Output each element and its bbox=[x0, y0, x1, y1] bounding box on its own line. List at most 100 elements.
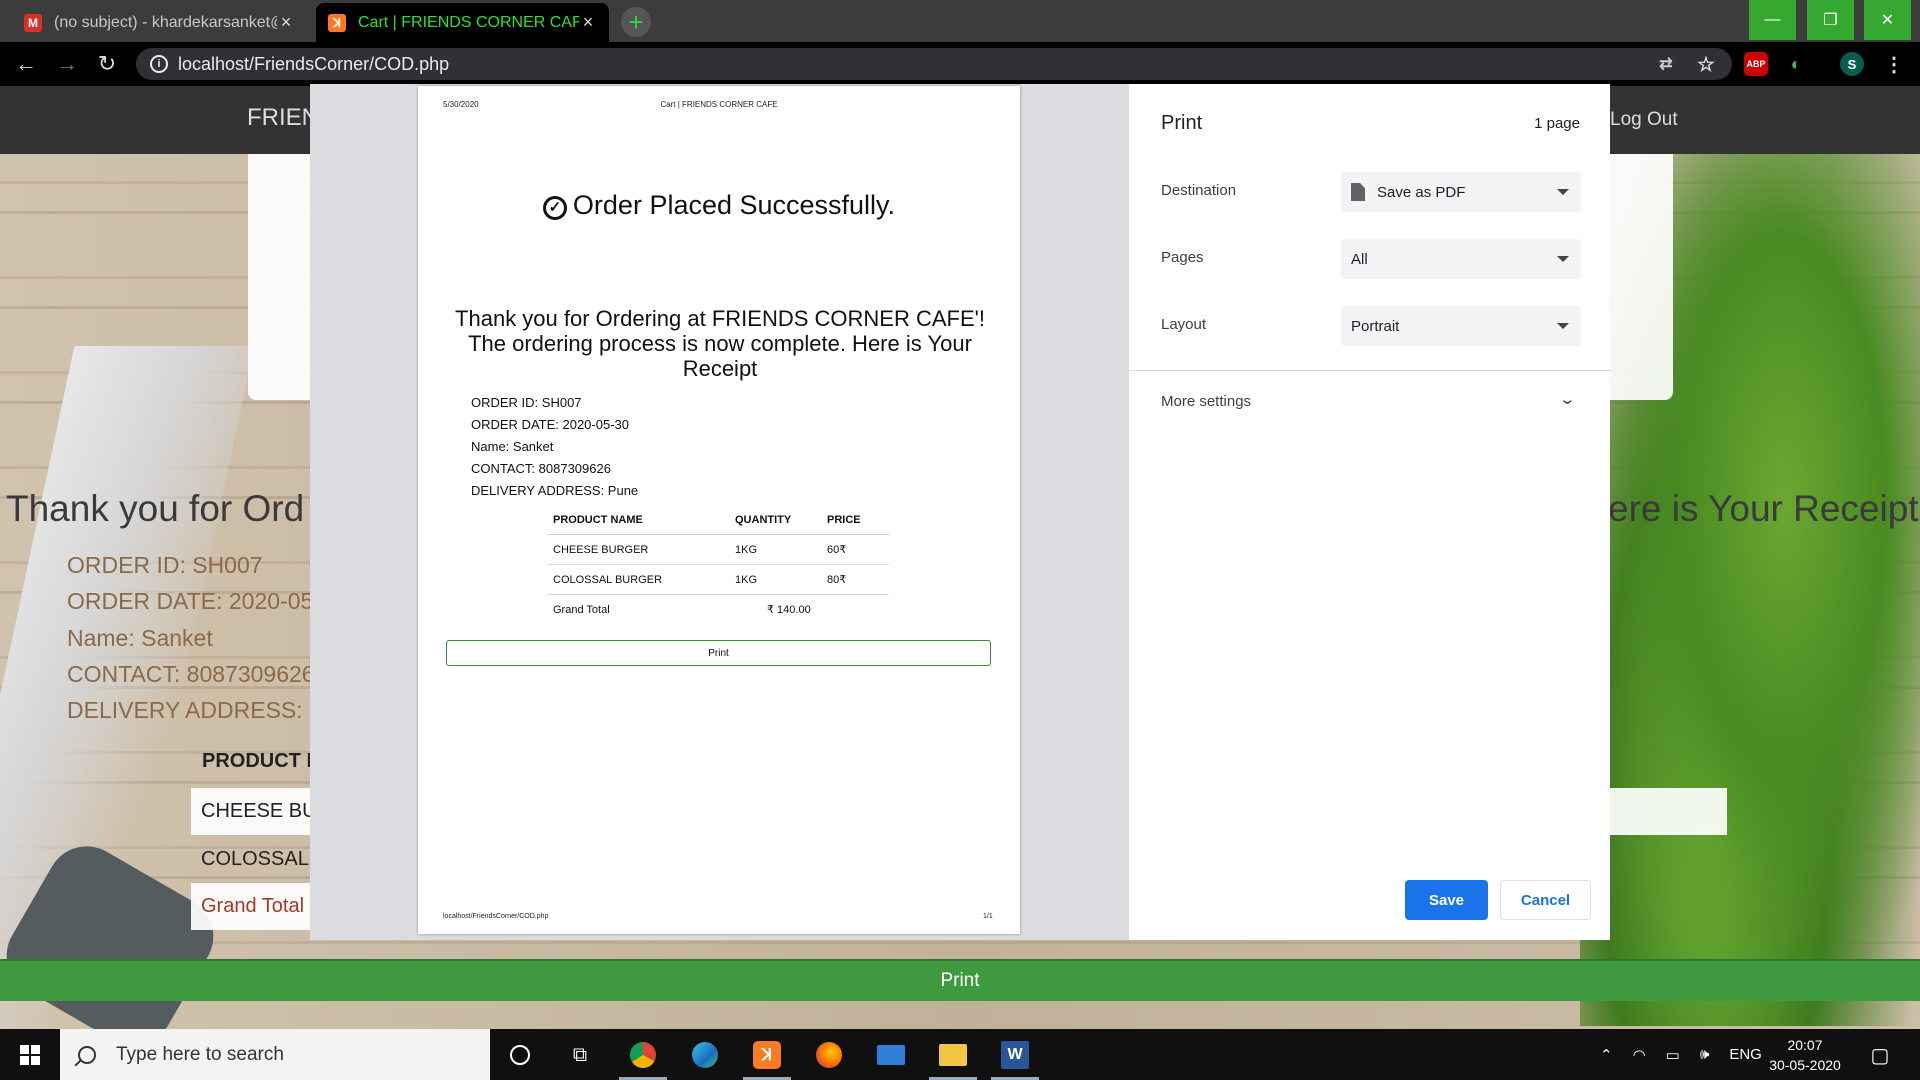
close-tab-icon[interactable]: × bbox=[579, 12, 597, 33]
restore-button[interactable]: ❐ bbox=[1807, 0, 1854, 40]
page-count: 1 page bbox=[1534, 115, 1580, 132]
divider bbox=[1129, 370, 1611, 371]
cell-product: CHEESE BURGER bbox=[547, 534, 729, 565]
minimize-button[interactable]: — bbox=[1749, 0, 1796, 40]
pages-value: All bbox=[1351, 250, 1368, 268]
firefox-icon[interactable] bbox=[811, 1037, 847, 1073]
battery-icon[interactable]: ▭ bbox=[1666, 1046, 1680, 1064]
extension-icon[interactable]: ◐ bbox=[1784, 52, 1808, 76]
taskbar-search[interactable]: Type here to search bbox=[60, 1029, 490, 1080]
pages-select[interactable]: All bbox=[1341, 239, 1581, 279]
logout-link[interactable]: Log Out bbox=[1610, 109, 1678, 131]
grand-total-label: Grand Total bbox=[201, 895, 305, 917]
check-circle-icon: ✓ bbox=[542, 196, 567, 220]
print-settings-panel: Print 1 page Destination Save as PDF Pag… bbox=[1128, 84, 1611, 940]
tab-gmail[interactable]: M (no subject) - khardekarsanket@ × bbox=[12, 3, 307, 42]
xampp-icon[interactable]: ꓘ bbox=[743, 1037, 791, 1080]
destination-value: Save as PDF bbox=[1377, 183, 1466, 201]
destination-label: Destination bbox=[1161, 182, 1237, 199]
gmail-icon: M bbox=[24, 13, 42, 32]
cell-price: 60₹ bbox=[821, 534, 889, 565]
task-view-icon[interactable]: ⧉ bbox=[562, 1037, 598, 1073]
address-bar[interactable]: i localhost/FriendsCorner/COD.php bbox=[136, 48, 1732, 80]
clock-date: 30-05-2020 bbox=[1769, 1057, 1841, 1073]
profile-avatar[interactable]: S bbox=[1840, 52, 1864, 76]
customer-name: Name: Sanket bbox=[67, 625, 213, 651]
thanks-heading-right: ere is Your Receipt bbox=[1608, 488, 1919, 529]
edge-icon[interactable] bbox=[687, 1037, 723, 1073]
windows-logo-icon bbox=[20, 1044, 40, 1065]
chrome-icon[interactable] bbox=[619, 1037, 667, 1080]
url-text: localhost/FriendsCorner/COD.php bbox=[178, 53, 450, 74]
start-button[interactable] bbox=[0, 1029, 60, 1080]
windows-taskbar: Type here to search ⧉ ꓘ W ⌃ ◠ ▭ 🕪 ENG 20… bbox=[0, 1029, 1920, 1080]
layout-label: Layout bbox=[1161, 316, 1207, 333]
save-button[interactable]: Save bbox=[1405, 880, 1488, 920]
more-settings-toggle[interactable]: More settings bbox=[1161, 393, 1251, 410]
bookmark-star-icon[interactable]: ☆ bbox=[1694, 52, 1718, 76]
contact: CONTACT: 8087309626 bbox=[67, 661, 315, 687]
clock-time: 20:07 bbox=[1787, 1037, 1823, 1053]
preview-order-id: ORDER ID: SH007 bbox=[471, 395, 582, 410]
table-row: COLOSSAL BURGER 1KG 80₹ bbox=[547, 564, 889, 595]
tab-title: Cart | FRIENDS CORNER CAFE bbox=[358, 13, 579, 31]
layout-value: Portrait bbox=[1351, 317, 1400, 335]
volume-icon[interactable]: 🕪 bbox=[1700, 1046, 1709, 1063]
preview-footer-page: 1/1 bbox=[983, 913, 993, 920]
system-tray: ⌃ ◠ ▭ 🕪 ENG bbox=[1600, 1029, 1762, 1080]
cortana-icon[interactable] bbox=[502, 1037, 538, 1073]
thanks-heading: Thank you for Ord bbox=[6, 488, 305, 529]
language-indicator[interactable]: ENG bbox=[1729, 1046, 1762, 1063]
dropdown-caret-icon bbox=[1557, 323, 1569, 329]
thanks-message: Thank you for Ordering at FRIENDS CORNER… bbox=[455, 306, 985, 381]
adblock-icon[interactable]: ABP bbox=[1744, 52, 1768, 76]
cell-quantity: 1KG bbox=[729, 534, 821, 565]
order-date: ORDER DATE: 2020-05- bbox=[67, 588, 321, 614]
forward-button[interactable]: → bbox=[53, 50, 81, 78]
back-button[interactable]: ← bbox=[12, 50, 40, 78]
preview-footer-url: localhost/FriendsCorner/COD.php bbox=[443, 913, 549, 920]
document-icon bbox=[1351, 183, 1365, 201]
translate-icon[interactable]: ⇄ bbox=[1654, 52, 1678, 76]
reload-button[interactable]: ↻ bbox=[93, 50, 121, 78]
grand-total-value: ₹ 140.00 bbox=[767, 604, 811, 616]
success-text: Order Placed Successfully. bbox=[572, 190, 896, 220]
notification-icon[interactable]: ▢ bbox=[1862, 1037, 1898, 1073]
tab-strip: M (no subject) - khardekarsanket@ × ꓘ Ca… bbox=[0, 0, 1920, 42]
site-brand[interactable]: FRIEN bbox=[247, 104, 319, 132]
close-window-button[interactable]: ✕ bbox=[1864, 0, 1911, 40]
file-explorer-icon[interactable] bbox=[929, 1037, 977, 1080]
chevron-down-icon[interactable]: ⌄ bbox=[1559, 390, 1577, 408]
cell-quantity: 1KG bbox=[729, 564, 821, 595]
destination-select[interactable]: Save as PDF bbox=[1341, 172, 1581, 212]
receipt-table: PRODUCT NAME QUANTITY PRICE CHEESE BURGE… bbox=[547, 506, 889, 624]
tab-cart[interactable]: ꓘ Cart | FRIENDS CORNER CAFE × bbox=[316, 3, 609, 42]
col-price: PRICE bbox=[821, 506, 889, 535]
delivery-address: DELIVERY ADDRESS: P bbox=[67, 697, 325, 723]
cell-product: COLOSSAL BURGER bbox=[547, 564, 729, 595]
mail-icon[interactable] bbox=[873, 1037, 909, 1073]
product-column-header: PRODUCT N bbox=[202, 750, 321, 772]
xampp-icon: ꓘ bbox=[328, 13, 346, 32]
pages-label: Pages bbox=[1161, 249, 1204, 266]
preview-header-title: Cart | FRIENDS CORNER CAFE bbox=[660, 100, 778, 109]
word-icon[interactable]: W bbox=[991, 1037, 1039, 1080]
col-quantity: QUANTITY bbox=[729, 506, 821, 535]
product-cell: CHEESE BU bbox=[201, 800, 317, 822]
grand-total-row: Grand Total ₹ 140.00 bbox=[547, 595, 889, 625]
browser-toolbar: ← → ↻ i localhost/FriendsCorner/COD.php bbox=[0, 42, 1920, 86]
clock[interactable]: 20:07 30-05-2020 bbox=[1760, 1035, 1850, 1075]
print-dialog-title: Print bbox=[1161, 112, 1203, 134]
info-icon[interactable]: i bbox=[150, 55, 168, 73]
new-tab-button[interactable]: + bbox=[621, 7, 651, 37]
dropdown-caret-icon bbox=[1557, 256, 1569, 262]
chevron-up-icon[interactable]: ⌃ bbox=[1600, 1046, 1613, 1064]
wifi-icon[interactable]: ◠ bbox=[1633, 1046, 1646, 1064]
cancel-button[interactable]: Cancel bbox=[1500, 880, 1591, 920]
menu-kebab-icon[interactable]: ⋮ bbox=[1882, 52, 1906, 76]
success-message: ✓ Order Placed Successfully. bbox=[418, 190, 1020, 221]
layout-select[interactable]: Portrait bbox=[1341, 306, 1581, 346]
page-print-button[interactable]: Print bbox=[0, 959, 1920, 1001]
close-tab-icon[interactable]: × bbox=[277, 12, 295, 33]
product-cell: COLOSSAL bbox=[201, 848, 309, 870]
